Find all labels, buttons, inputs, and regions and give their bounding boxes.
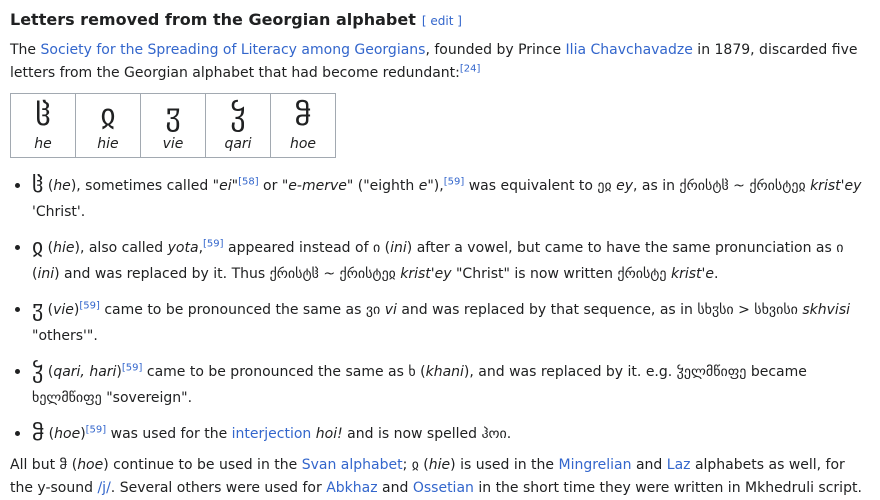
ref-24[interactable]: [24]	[460, 63, 481, 74]
list-item-vie: ჳ (vie)[59] came to be pronounced the sa…	[32, 296, 870, 349]
letter-glyph: ჵ	[294, 98, 312, 133]
ref-59[interactable]: [59]	[79, 300, 100, 311]
list-item-hoe: ჵ (hoe)[59] was used for the interjectio…	[32, 420, 870, 447]
list-item-hie: ჲ (hie), also called yota,[59] appeared …	[32, 234, 870, 287]
letter-cell-hoe: ჵ hoe	[270, 93, 336, 158]
letter-cell-qari: ჴ qari	[205, 93, 271, 158]
letter-cell-he: ჱ he	[10, 93, 76, 158]
letter-name: hie	[97, 136, 119, 152]
letter-name: hoe	[289, 136, 317, 152]
closing-paragraph: All but ჵ (hoe) continue to be used in t…	[10, 457, 862, 496]
laz-link[interactable]: Laz	[667, 457, 691, 473]
letters-list: ჱ (he), sometimes called "ei"[58] or "e-…	[10, 172, 870, 447]
removed-letters-table: ჱ he ჲ hie ჳ vie ჴ qari ჵ hoe	[10, 93, 336, 158]
ipa-j-link[interactable]: /j/	[97, 480, 110, 496]
letter-glyph: ჲ	[100, 98, 116, 133]
list-item-he: ჱ (he), sometimes called "ei"[58] or "e-…	[32, 172, 870, 225]
letter-cell-hie: ჲ hie	[75, 93, 141, 158]
section-heading: Letters removed from the Georgian alphab…	[10, 8, 870, 33]
ref-59[interactable]: [59]	[86, 424, 107, 435]
abkhaz-link[interactable]: Abkhaz	[326, 480, 377, 496]
letter-cell-vie: ჳ vie	[140, 93, 206, 158]
interjection-link[interactable]: interjection	[232, 426, 312, 442]
chavchavadze-link[interactable]: Ilia Chavchavadze	[566, 42, 693, 58]
letter-name: qari	[224, 136, 252, 152]
society-link[interactable]: Society for the Spreading of Literacy am…	[41, 42, 426, 58]
ref-59[interactable]: [59]	[122, 362, 143, 373]
letter-name: vie	[162, 136, 184, 152]
letter-glyph: ჳ	[165, 98, 181, 133]
letter-glyph: ჱ	[35, 98, 51, 133]
ref-59[interactable]: [59]	[444, 176, 465, 187]
edit-link[interactable]: [ edit ]	[422, 14, 462, 28]
letter-name: he	[34, 136, 52, 152]
ossetian-link[interactable]: Ossetian	[413, 480, 474, 496]
letter-glyph: ჴ	[230, 98, 246, 133]
section-title: Letters removed from the Georgian alphab…	[10, 10, 416, 29]
list-item-qari: ჴ (qari, hari)[59] came to be pronounced…	[32, 358, 870, 411]
svan-alphabet-link[interactable]: Svan alphabet	[302, 457, 403, 473]
ref-59[interactable]: [59]	[203, 238, 224, 249]
intro-paragraph: The Society for the Spreading of Literac…	[10, 42, 858, 81]
mingrelian-link[interactable]: Mingrelian	[558, 457, 631, 473]
ref-58[interactable]: [58]	[238, 176, 259, 187]
